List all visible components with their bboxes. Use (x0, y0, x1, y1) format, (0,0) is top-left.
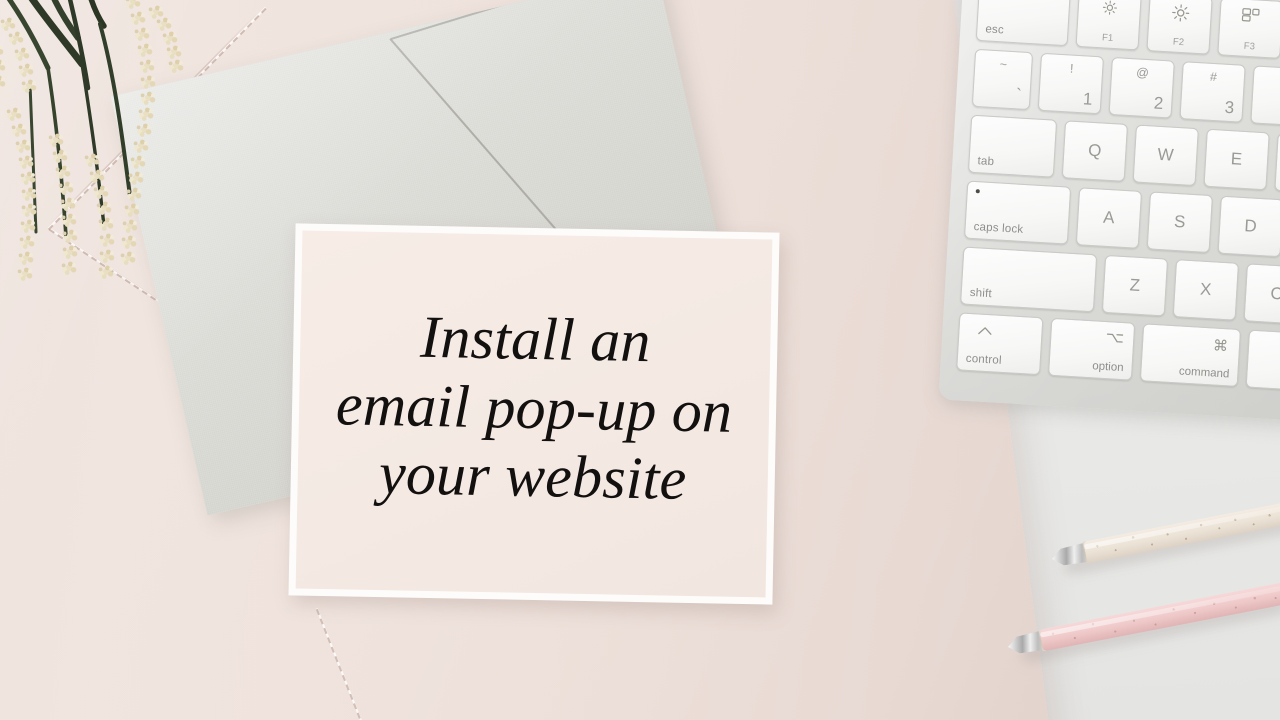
key-command-label: command (1178, 365, 1230, 381)
keyboard-row-modifiers: control option ⌘ command (956, 312, 1280, 394)
key-tab-label: tab (977, 155, 995, 169)
option-icon (1106, 330, 1124, 349)
key-1[interactable]: ! 1 (1037, 52, 1105, 115)
key-z-label: Z (1129, 275, 1141, 295)
key-s-label: S (1173, 211, 1187, 232)
key-shift-label: shift (969, 286, 993, 301)
key-f1-label: F1 (1101, 32, 1114, 44)
key-c-label: C (1269, 283, 1280, 304)
key-q-label: Q (1087, 140, 1103, 161)
key-c[interactable]: C (1243, 263, 1280, 325)
key-a-label: A (1102, 207, 1116, 228)
key-tilde-backtick: ` (1015, 85, 1023, 105)
key-command[interactable]: ⌘ command (1139, 323, 1242, 387)
caret-up-icon (977, 322, 993, 341)
key-2[interactable]: @ 2 (1108, 56, 1175, 119)
mission-control-icon (1241, 8, 1262, 28)
key-w-label: W (1157, 144, 1175, 165)
key-option-label: option (1091, 360, 1124, 375)
flatlay-scene: Install an email pop-up on your website … (0, 0, 1280, 720)
key-caps-lock[interactable]: caps lock (963, 180, 1072, 245)
key-3[interactable]: # 3 (1179, 61, 1246, 123)
key-d[interactable]: D (1217, 195, 1280, 258)
key-esc-label: esc (985, 23, 1005, 37)
key-4[interactable]: $ 4 (1250, 65, 1280, 127)
key-f2[interactable]: F2 (1146, 0, 1213, 55)
key-f3-label: F3 (1243, 40, 1256, 53)
brightness-up-icon (1170, 3, 1189, 27)
apple-magic-keyboard[interactable]: esc F1 F2 F3 ~ ` ! 1 @ 2 # 3 tab Q W E c… (938, 0, 1280, 425)
caps-lock-indicator-icon (975, 189, 980, 194)
key-3-symbol: # (1209, 69, 1218, 85)
key-e-label: E (1230, 149, 1244, 169)
key-esc[interactable]: esc (975, 0, 1071, 47)
key-d-label: D (1243, 216, 1258, 236)
greeting-card: Install an email pop-up on your website (288, 223, 780, 605)
key-z[interactable]: Z (1101, 254, 1169, 317)
key-q[interactable]: Q (1061, 120, 1129, 182)
key-w[interactable]: W (1132, 124, 1199, 187)
card-paper: Install an email pop-up on your website (295, 230, 773, 598)
command-icon: ⌘ (1212, 337, 1229, 356)
dried-flowers-svg (0, 0, 184, 281)
key-tilde-symbol: ~ (999, 57, 1008, 72)
dried-flowers (0, 0, 270, 324)
key-f2-label: F2 (1172, 36, 1185, 49)
brightness-down-icon (1101, 0, 1118, 21)
key-e[interactable]: E (1203, 128, 1270, 191)
key-option[interactable]: option (1047, 317, 1136, 381)
key-3-number: 3 (1224, 97, 1235, 118)
key-tilde[interactable]: ~ ` (971, 48, 1034, 111)
key-2-symbol: @ (1135, 65, 1150, 81)
key-caps-lock-label: caps lock (973, 221, 1024, 236)
key-f1[interactable]: F1 (1075, 0, 1142, 51)
key-1-symbol: ! (1069, 61, 1074, 76)
key-1-number: 1 (1082, 89, 1093, 109)
card-headline: Install an email pop-up on your website (335, 304, 733, 513)
key-s[interactable]: S (1146, 191, 1213, 254)
key-a[interactable]: A (1075, 187, 1143, 249)
key-x-label: X (1199, 279, 1213, 300)
key-2-number: 2 (1153, 93, 1164, 114)
key-control[interactable]: control (956, 312, 1044, 376)
key-r[interactable]: R (1274, 132, 1280, 195)
key-f3[interactable]: F3 (1217, 0, 1280, 59)
key-control-label: control (965, 352, 1003, 367)
key-shift[interactable]: shift (960, 246, 1098, 313)
key-tab[interactable]: tab (967, 114, 1058, 178)
key-space[interactable] (1245, 329, 1280, 394)
key-x[interactable]: X (1172, 259, 1239, 321)
